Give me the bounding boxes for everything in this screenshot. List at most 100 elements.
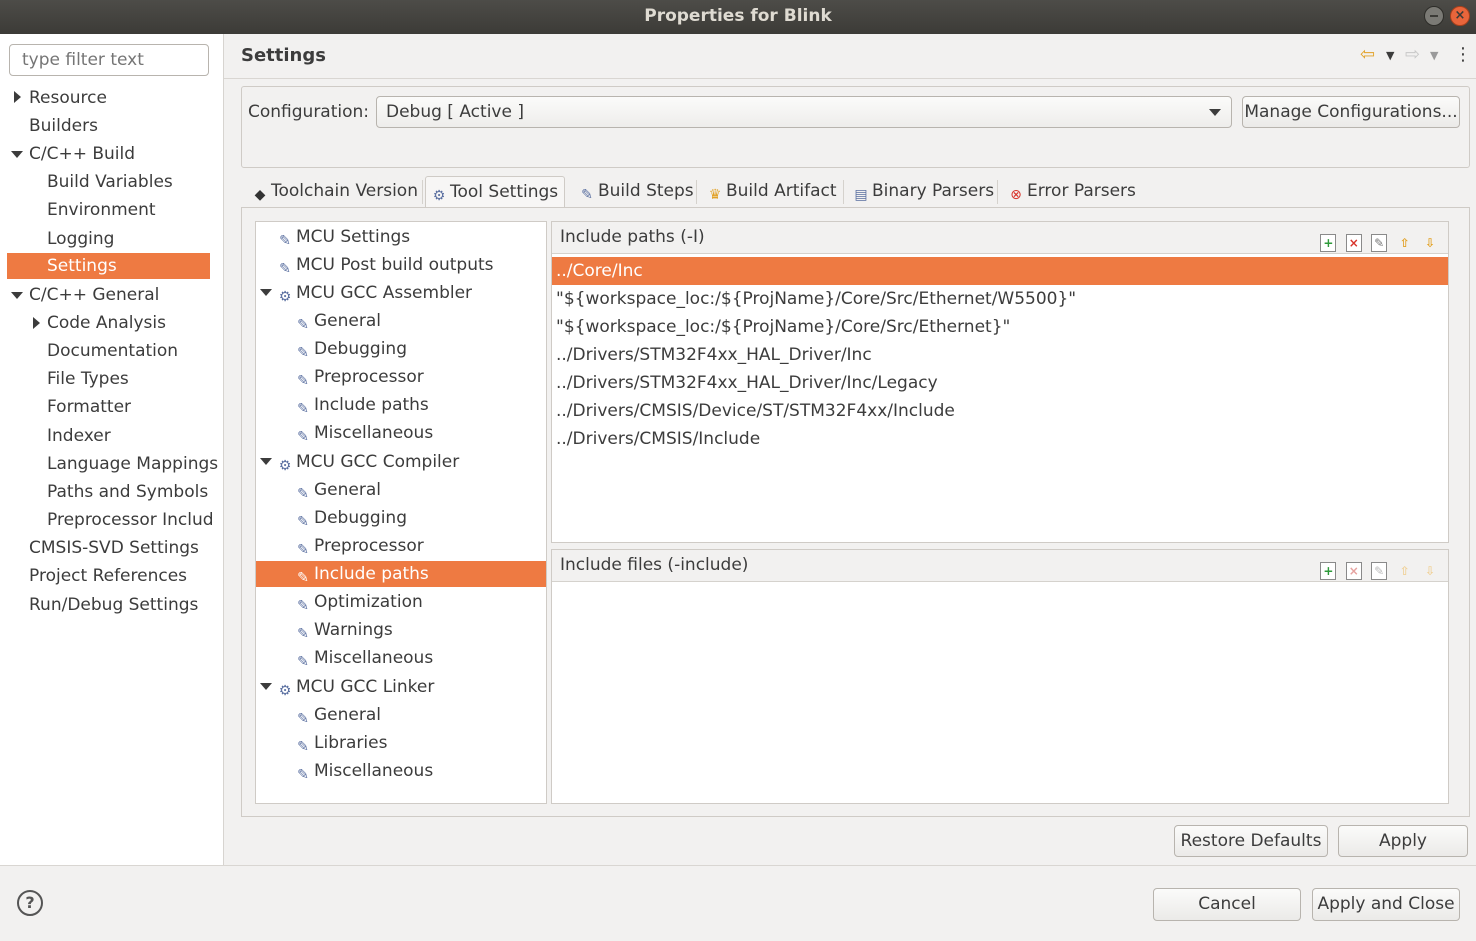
move-down-icon[interactable]: ⇩ [1422,235,1438,253]
tree-item-project-references[interactable]: Project References [29,563,187,589]
tool-item-cc-miscellaneous[interactable]: ✎ Miscellaneous [294,645,433,671]
tree-item-resource[interactable]: Resource [29,85,107,111]
tool-icon: ⚙ [278,458,292,474]
manage-configurations-button[interactable]: Manage Configurations... [1242,96,1460,128]
tree-item-formatter[interactable]: Formatter [47,394,131,420]
configuration-select[interactable]: Debug [ Active ] [376,96,1232,128]
tool-item-asm-include-paths[interactable]: ✎ Include paths [294,392,429,418]
include-path-row[interactable]: ../Drivers/CMSIS/Device/ST/STM32F4xx/Inc… [552,397,1448,425]
configuration-label: Configuration: [248,102,370,122]
tree-item-cmsis-svd[interactable]: CMSIS-SVD Settings [29,535,199,561]
tree-item-environment[interactable]: Environment [47,197,156,223]
settings-page-icon: ✎ [297,767,309,783]
move-up-icon: ⇧ [1399,564,1410,578]
tool-item-cc-debugging[interactable]: ✎ Debugging [294,505,407,531]
tool-item-label: Miscellaneous [314,648,434,668]
tree-item-cpp-general[interactable]: C/C++ General [29,282,159,308]
minimize-icon[interactable] [1424,6,1444,26]
collapse-arrow-icon[interactable] [260,458,272,465]
tool-item-mcu-post-build[interactable]: ✎ MCU Post build outputs [276,252,493,278]
include-path-row[interactable]: ../Core/Inc [552,257,1448,285]
tree-item-logging[interactable]: Logging [47,226,114,252]
footer-divider [0,865,1476,866]
restore-defaults-button[interactable]: Restore Defaults [1174,825,1328,857]
collapse-arrow-icon[interactable] [11,151,23,158]
tool-item-linker[interactable]: ⚙ MCU GCC Linker [276,674,435,700]
tree-item-cpp-build[interactable]: C/C++ Build [29,141,135,167]
tab-tool-settings[interactable]: ⚙ Tool Settings [425,176,566,208]
tree-item-language-mappings[interactable]: Language Mappings [47,451,218,477]
tool-item-compiler[interactable]: ⚙ MCU GCC Compiler [276,449,460,475]
collapse-arrow-icon[interactable] [260,289,272,296]
tree-item-code-analysis[interactable]: Code Analysis [47,310,166,336]
collapse-arrow-icon[interactable] [260,683,272,690]
settings-page-icon: ✎ [297,570,309,586]
delete-icon[interactable]: × [1345,234,1362,252]
tool-item-label: Miscellaneous [314,423,434,443]
tool-item-label: MCU GCC Linker [296,677,435,697]
view-menu-icon[interactable]: ⋮ [1454,44,1472,65]
edit-icon[interactable]: ✎ [1371,234,1388,252]
add-icon[interactable]: + [1320,234,1337,252]
cancel-button[interactable]: Cancel [1153,888,1301,921]
apply-and-close-button[interactable]: Apply and Close [1312,888,1460,921]
tree-item-paths-and-symbols[interactable]: Paths and Symbols [47,479,208,505]
tool-item-cc-warnings[interactable]: ✎ Warnings [294,617,393,643]
tree-item-documentation[interactable]: Documentation [47,338,178,364]
tool-item-asm-debugging[interactable]: ✎ Debugging [294,336,407,362]
settings-page-icon: ✎ [297,345,309,361]
tree-item-run-debug[interactable]: Run/Debug Settings [29,592,198,618]
collapse-arrow-icon[interactable] [11,292,23,299]
error-icon: ⊗ [1010,187,1022,203]
tool-item-assembler[interactable]: ⚙ MCU GCC Assembler [276,280,472,306]
tool-item-label: MCU GCC Compiler [296,452,460,472]
add-icon[interactable]: + [1320,562,1337,580]
help-icon[interactable]: ? [17,890,43,916]
tab-error-parsers[interactable]: ⊗ Error Parsers [1003,176,1142,208]
tool-item-cc-optimization[interactable]: ✎ Optimization [294,589,423,615]
forward-icon[interactable]: ⇨ [1405,44,1420,65]
forward-menu-icon[interactable]: ▼ [1430,49,1438,62]
tool-item-label: General [314,480,381,500]
tool-item-cc-include-paths[interactable]: ✎ Include paths [256,561,546,587]
tree-item-preprocessor-include[interactable]: Preprocessor Includ [47,507,212,533]
tab-binary-parsers[interactable]: ▤ Binary Parsers [848,176,1000,208]
tool-item-asm-miscellaneous[interactable]: ✎ Miscellaneous [294,420,433,446]
tool-settings-icon: ⚙ [432,188,446,204]
include-path-row[interactable]: "${workspace_loc:/${ProjName}/Core/Src/E… [552,313,1448,341]
back-menu-icon[interactable]: ▼ [1386,49,1394,62]
filter-input[interactable] [9,44,209,76]
tree-item-build-variables[interactable]: Build Variables [47,169,173,195]
tool-item-ld-general[interactable]: ✎ General [294,702,381,728]
include-paths-header: Include paths (-I) + × ✎ ⇧ ⇩ [552,222,1448,254]
tool-item-cc-general[interactable]: ✎ General [294,477,381,503]
tree-item-indexer[interactable]: Indexer [47,423,111,449]
tree-item-settings[interactable]: Settings [7,253,210,279]
settings-page-icon: ✎ [297,429,309,445]
include-paths-panel: Include paths (-I) + × ✎ ⇧ ⇩ ../Core/Inc… [551,221,1449,543]
tab-label: Build Artifact [726,181,837,201]
include-path-row[interactable]: ../Drivers/STM32F4xx_HAL_Driver/Inc/Lega… [552,369,1448,397]
close-icon[interactable]: × [1450,6,1470,26]
include-path-row[interactable]: ../Drivers/CMSIS/Include [552,425,1448,453]
tab-toolchain-version[interactable]: ◆ Toolchain Version [247,176,424,208]
tree-item-file-types[interactable]: File Types [47,366,129,392]
tool-item-cc-preprocessor[interactable]: ✎ Preprocessor [294,533,424,559]
tool-item-asm-general[interactable]: ✎ General [294,308,381,334]
settings-page-icon: ✎ [297,598,309,614]
edit-icon: ✎ [1371,562,1388,580]
expand-arrow-icon[interactable] [14,91,21,103]
include-path-row[interactable]: "${workspace_loc:/${ProjName}/Core/Src/E… [552,285,1448,313]
back-icon[interactable]: ⇦ [1360,44,1375,65]
tool-item-mcu-settings[interactable]: ✎ MCU Settings [276,224,410,250]
tree-item-builders[interactable]: Builders [29,113,98,139]
tool-item-ld-miscellaneous[interactable]: ✎ Miscellaneous [294,758,433,784]
tool-item-ld-libraries[interactable]: ✎ Libraries [294,730,387,756]
include-path-row[interactable]: ../Drivers/STM32F4xx_HAL_Driver/Inc [552,341,1448,369]
apply-button[interactable]: Apply [1338,825,1468,857]
tool-item-asm-preprocessor[interactable]: ✎ Preprocessor [294,364,424,390]
tab-build-steps[interactable]: ✎ Build Steps [574,176,700,208]
expand-arrow-icon[interactable] [33,317,40,329]
move-up-icon[interactable]: ⇧ [1397,235,1413,253]
tab-build-artifact[interactable]: ♛ Build Artifact [702,176,843,208]
